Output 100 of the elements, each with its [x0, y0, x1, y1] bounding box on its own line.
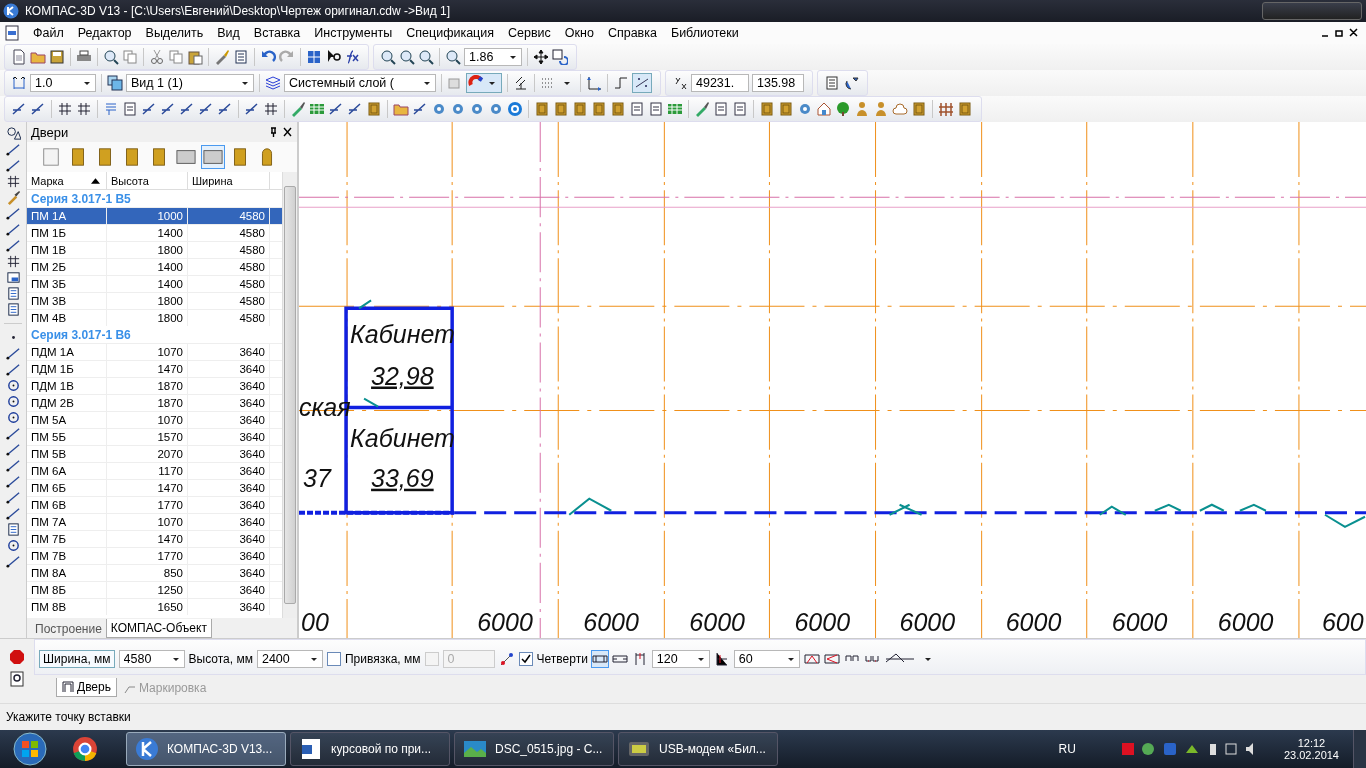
ortho-icon[interactable]	[613, 75, 629, 91]
document-tool-icon[interactable]	[5, 286, 21, 301]
circle-tool-icon[interactable]	[5, 410, 21, 425]
doc-icon[interactable]	[732, 101, 748, 117]
circle-tool-icon[interactable]	[5, 538, 21, 553]
line-icon[interactable]	[328, 101, 344, 117]
parallel-lines-icon[interactable]	[513, 75, 529, 91]
tree-icon[interactable]	[835, 101, 851, 117]
line-icon[interactable]	[244, 101, 260, 117]
cloud-icon[interactable]	[892, 101, 908, 117]
table-tool-icon[interactable]	[5, 270, 21, 285]
door-icon[interactable]	[534, 101, 550, 117]
door-frame-icon[interactable]	[591, 651, 608, 667]
door-icon[interactable]	[759, 101, 775, 117]
brush-icon[interactable]	[214, 49, 230, 65]
table-row[interactable]: ПМ 4В 1800 4580	[27, 309, 282, 326]
opening-icon[interactable]	[823, 651, 840, 667]
table-row[interactable]: ПДМ 2В 1870 3640	[27, 394, 282, 411]
view-field[interactable]: Вид 1 (1)	[126, 74, 254, 92]
language-indicator[interactable]: RU	[1058, 742, 1076, 756]
table-row[interactable]: ПДМ 1А 1070 3640	[27, 343, 282, 360]
column-header[interactable]: Высота	[107, 172, 188, 189]
table-icon[interactable]	[309, 101, 325, 117]
zoom-field[interactable]: 1.86	[464, 48, 522, 66]
menu-item[interactable]: Файл	[26, 26, 71, 40]
line-tool-icon[interactable]	[5, 206, 21, 221]
door-icon[interactable]	[572, 101, 588, 117]
document-tool-icon[interactable]	[5, 522, 21, 537]
fence-icon[interactable]	[938, 101, 954, 117]
line-tool-icon[interactable]	[5, 474, 21, 489]
line-tool-icon[interactable]	[5, 554, 21, 569]
table-row[interactable]: ПДМ 1В 1870 3640	[27, 377, 282, 394]
menu-item[interactable]: Сервис	[501, 26, 558, 40]
line-icon[interactable]	[141, 101, 157, 117]
line-tool-icon[interactable]	[5, 506, 21, 521]
table-row[interactable]: ПМ 1А 1000 4580	[27, 207, 282, 224]
document-window-controls-icon[interactable]	[1320, 28, 1360, 38]
folder-icon[interactable]	[30, 49, 46, 65]
width-field[interactable]: 4580	[118, 650, 185, 668]
point-pick-icon[interactable]	[498, 651, 515, 667]
door-icon[interactable]	[591, 101, 607, 117]
line-icon[interactable]	[160, 101, 176, 117]
table-row[interactable]: ПМ 3Б 1400 4580	[27, 275, 282, 292]
function-icon[interactable]	[344, 49, 360, 65]
offset-field[interactable]: 60	[733, 650, 800, 668]
zoom-icon[interactable]	[418, 49, 434, 65]
zoom-icon[interactable]	[103, 49, 119, 65]
menu-item[interactable]: Библиотеки	[663, 26, 746, 40]
line-tool-icon[interactable]	[5, 442, 21, 457]
snap-checkbox[interactable]	[326, 652, 341, 666]
doc-icon[interactable]	[11, 49, 27, 65]
clock[interactable]: 12:12 23.02.2014	[1283, 737, 1339, 761]
line-icon[interactable]	[30, 101, 46, 117]
house-icon[interactable]	[816, 101, 832, 117]
pin-and-close-icon[interactable]	[269, 127, 293, 137]
panel-tab[interactable]: КОМПАС-Объект	[105, 619, 212, 638]
opening-icon[interactable]	[803, 651, 820, 667]
door-icon[interactable]	[610, 101, 626, 117]
doc-icon[interactable]	[648, 101, 664, 117]
table-row[interactable]: ПДМ 1Б 1470 3640	[27, 360, 282, 377]
grid-tool-icon[interactable]	[5, 254, 21, 269]
line-icon[interactable]	[179, 101, 195, 117]
document-tool-icon[interactable]	[5, 302, 21, 317]
table-row[interactable]: ПМ 3В 1800 4580	[27, 292, 282, 309]
grid-icon[interactable]	[76, 101, 92, 117]
line-tool-icon[interactable]	[5, 222, 21, 237]
menu-item[interactable]: Редактор	[70, 26, 139, 40]
x-coordinate-field[interactable]: 49231.	[691, 74, 749, 92]
circle-tool-icon[interactable]	[5, 378, 21, 393]
table-row[interactable]: ПМ 2Б 1400 4580	[27, 258, 282, 275]
taskbar-button[interactable]: DSC_0515.jpg - С...	[454, 732, 614, 766]
table-row[interactable]: ПМ 7Б 1470 3640	[27, 530, 282, 547]
door-icon[interactable]	[778, 101, 794, 117]
axes-icon[interactable]	[586, 75, 602, 91]
scrollbar[interactable]	[282, 172, 297, 618]
table-row[interactable]: ПМ 5В 2070 3640	[27, 445, 282, 462]
column-header[interactable]: Ширина	[188, 172, 270, 189]
list-icon[interactable]	[233, 49, 249, 65]
taskbar-button[interactable]: КОМПАС-3D V13...	[126, 732, 286, 766]
taskbar-button[interactable]: USB-модем «Бил...	[618, 732, 778, 766]
start-button[interactable]	[12, 731, 48, 767]
table-row[interactable]: ПМ 8В 1650 3640	[27, 598, 282, 615]
menu-item[interactable]: Выделить	[138, 26, 211, 40]
layer-field[interactable]: Системный слой (	[284, 74, 436, 92]
menu-item[interactable]: Спецификация	[399, 26, 502, 40]
zoom-icon[interactable]	[380, 49, 396, 65]
cut-icon[interactable]	[149, 49, 165, 65]
window-controls[interactable]	[1262, 2, 1362, 20]
zoom-icon[interactable]	[399, 49, 415, 65]
table-row[interactable]: ПМ 6В 1770 3640	[27, 496, 282, 513]
table-icon[interactable]	[667, 101, 683, 117]
pan-icon[interactable]	[533, 49, 549, 65]
line-tool-icon[interactable]	[5, 362, 21, 377]
property-tab[interactable]: Дверь	[56, 678, 117, 697]
grid-tool-icon[interactable]	[5, 174, 21, 189]
table-row[interactable]: ПМ 6Б 1470 3640	[27, 479, 282, 496]
brush-icon[interactable]	[290, 101, 306, 117]
table-row[interactable]: ПМ 5А 1070 3640	[27, 411, 282, 428]
door-type-button[interactable]	[201, 145, 225, 169]
table-row[interactable]: ПМ 7В 1770 3640	[27, 547, 282, 564]
